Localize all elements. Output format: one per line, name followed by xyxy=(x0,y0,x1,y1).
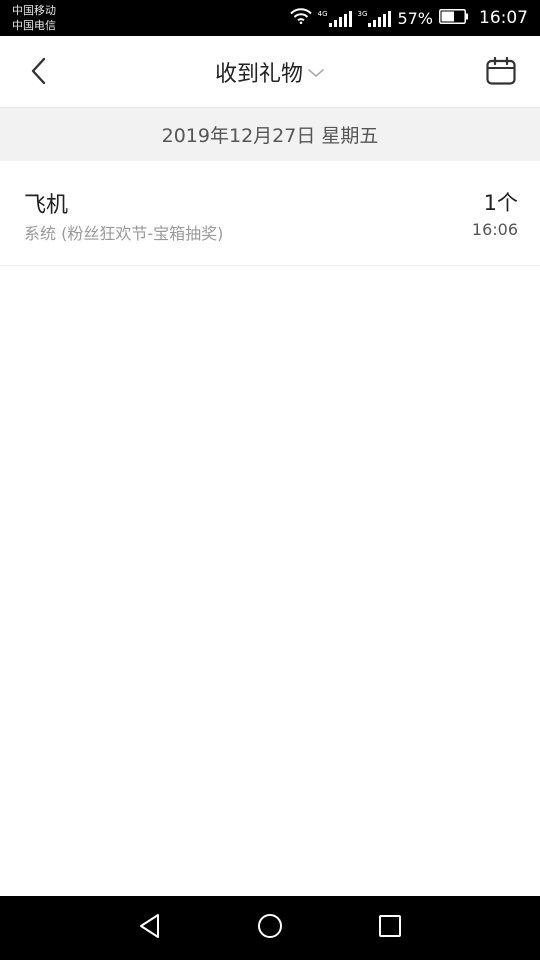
nav-back-button[interactable] xyxy=(134,912,166,944)
recents-square-icon xyxy=(378,914,402,942)
date-label: 2019年12月27日 星期五 xyxy=(161,125,379,147)
gift-time: 16:06 xyxy=(471,220,518,239)
carrier-info: 中国移动 中国电信 xyxy=(12,3,56,33)
list-item[interactable]: 飞机 系统 (粉丝狂欢节-宝箱抽奖) 1个 16:06 xyxy=(0,161,540,266)
gift-name: 飞机 xyxy=(24,193,69,218)
calendar-icon xyxy=(486,56,516,89)
calendar-button[interactable] xyxy=(482,54,520,92)
status-indicators: 4G 3G 57% 16:07 xyxy=(289,0,528,36)
carrier-1-label: 中国移动 xyxy=(12,4,56,17)
wifi-icon xyxy=(289,8,312,28)
status-time: 16:07 xyxy=(479,8,528,28)
signal-icon: 4G xyxy=(318,9,352,27)
carrier-2-label: 中国电信 xyxy=(12,19,56,32)
battery-icon xyxy=(439,8,469,28)
battery-percent: 57% xyxy=(397,8,433,28)
home-circle-icon xyxy=(257,913,283,943)
top-app-bar: 收到礼物 xyxy=(0,36,540,108)
signal-icon: 3G xyxy=(358,9,392,27)
signal-2-tag: 3G xyxy=(357,10,368,18)
nav-home-button[interactable] xyxy=(254,912,286,944)
page-title: 收到礼物 xyxy=(214,62,303,87)
signal-1-tag: 4G xyxy=(317,10,328,18)
chevron-down-icon xyxy=(307,67,325,79)
gift-count: 1个 xyxy=(483,191,518,215)
back-triangle-icon xyxy=(138,913,162,943)
gift-source: 系统 (粉丝狂欢节-宝箱抽奖) xyxy=(24,224,224,243)
title-dropdown[interactable]: 收到礼物 xyxy=(0,36,540,108)
date-section-header: 2019年12月27日 星期五 xyxy=(0,108,540,161)
nav-recents-button[interactable] xyxy=(374,912,406,944)
status-bar: 中国移动 中国电信 4G 3G 57% 16:07 xyxy=(0,0,540,36)
system-nav-bar xyxy=(0,896,540,960)
